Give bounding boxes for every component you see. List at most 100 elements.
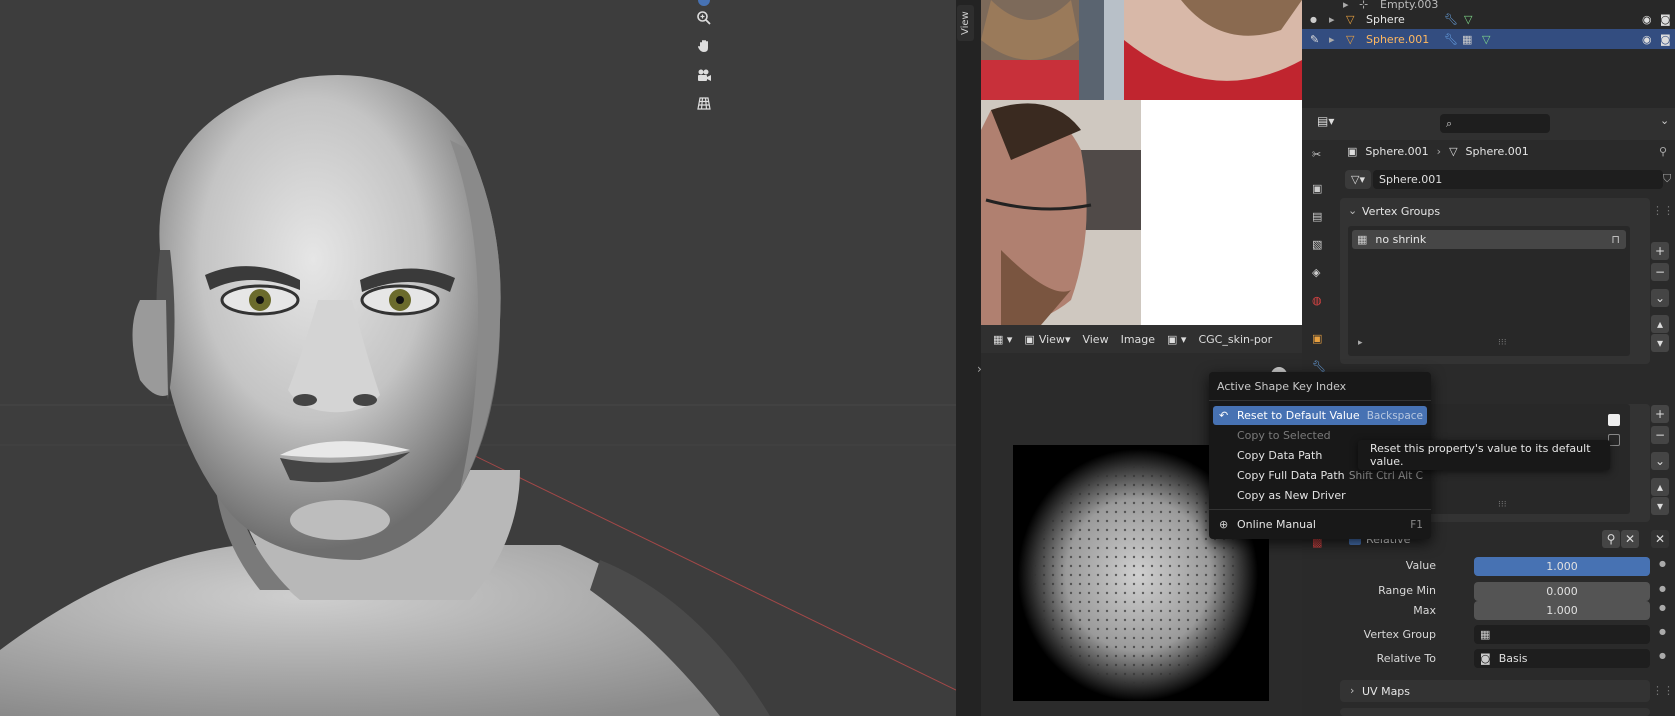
grid-view-icon[interactable] bbox=[691, 90, 717, 116]
tooltip: Reset this property's value to its defau… bbox=[1358, 440, 1610, 470]
globe-icon: ⊕ bbox=[1219, 518, 1229, 531]
reference-image-panel[interactable] bbox=[981, 0, 1302, 325]
value-slider[interactable]: 1.000 bbox=[1474, 557, 1650, 576]
outliner-row-sphere[interactable]: ● ▸ ▽ Sphere 🔧︎ ▽ ◉ ◙ bbox=[1302, 9, 1675, 29]
keyframe-dot-icon[interactable]: ● bbox=[1659, 651, 1666, 660]
outliner-label[interactable]: Sphere bbox=[1366, 13, 1405, 26]
drag-handle-icon[interactable]: ⋮⋮ bbox=[1652, 684, 1674, 697]
view-layer-icon[interactable]: ▧ bbox=[1312, 238, 1322, 251]
outliner-label[interactable]: Sphere.001 bbox=[1366, 33, 1429, 46]
zoom-icon[interactable] bbox=[691, 5, 717, 31]
mesh-data-icon[interactable]: ▽ bbox=[1464, 13, 1472, 26]
object-icon[interactable]: ▣ bbox=[1312, 332, 1322, 345]
expand-arrow-icon[interactable]: ▸ bbox=[1358, 338, 1363, 348]
expand-arrow-icon[interactable]: ▸ bbox=[1329, 33, 1335, 46]
menu-separator bbox=[1209, 509, 1431, 510]
reference-photos bbox=[981, 0, 1302, 325]
pin-shape-key-button[interactable]: ⚲ bbox=[1602, 530, 1620, 548]
vertex-groups-icon[interactable]: ▦ bbox=[1462, 33, 1472, 46]
collapse-chevron-icon[interactable]: ⌄ bbox=[1348, 204, 1357, 217]
specials-dropdown-button[interactable]: ⌄ bbox=[1651, 289, 1669, 307]
outliner-row-sphere001[interactable]: ✎ ▸ ▽ Sphere.001 🔧︎ ▦ ▽ ◉ ◙ bbox=[1302, 29, 1675, 49]
expand-arrow-icon[interactable]: ▸ bbox=[1329, 13, 1335, 26]
menu-image[interactable]: Image bbox=[1117, 329, 1159, 349]
options-dropdown-icon[interactable]: ⌄ bbox=[1660, 114, 1669, 127]
add-vertex-group-button[interactable]: + bbox=[1651, 242, 1669, 260]
menu-item-label: Copy as New Driver bbox=[1237, 489, 1346, 502]
list-item[interactable]: ▦ no shrink ⊓ bbox=[1352, 230, 1626, 249]
camera-icon[interactable] bbox=[691, 62, 717, 88]
move-up-button[interactable]: ▴ bbox=[1651, 315, 1669, 333]
view-mode-dropdown[interactable]: ▣ View ▾ bbox=[1020, 329, 1074, 349]
pin-icon[interactable]: ⚲ bbox=[1659, 145, 1667, 158]
world-icon[interactable]: ◍ bbox=[1312, 294, 1322, 307]
render-camera-icon[interactable]: ◙ bbox=[1660, 13, 1671, 26]
vertex-group-field[interactable]: ▦ bbox=[1474, 625, 1650, 644]
menu-view[interactable]: View bbox=[1078, 329, 1112, 349]
fake-user-shield-icon[interactable]: ⛉ bbox=[1663, 172, 1671, 186]
edit-pencil-icon: ✎ bbox=[1310, 32, 1320, 46]
output-icon[interactable]: ▤ bbox=[1312, 210, 1322, 223]
shape-key-checkbox[interactable] bbox=[1608, 414, 1620, 426]
range-min-field[interactable]: 0.000 bbox=[1474, 582, 1650, 601]
menu-item-online-manual[interactable]: ⊕ Online Manual F1 bbox=[1213, 515, 1427, 534]
menu-item-reset-default[interactable]: ↶ Reset to Default Value Backspace bbox=[1213, 406, 1427, 425]
max-field[interactable]: 1.000 bbox=[1474, 601, 1650, 620]
viewport-sidebar-strip bbox=[956, 0, 981, 716]
clear-shape-key-button[interactable]: ✕ bbox=[1621, 530, 1639, 548]
wrench-icon[interactable]: 🔧︎ bbox=[1444, 13, 1458, 26]
move-down-button[interactable]: ▾ bbox=[1651, 334, 1669, 352]
keyframe-dot-icon[interactable]: ● bbox=[1659, 584, 1666, 593]
keyframe-dot-icon[interactable]: ● bbox=[1659, 559, 1666, 568]
expand-chevron-icon[interactable]: › bbox=[1350, 684, 1354, 697]
3d-viewport[interactable] bbox=[0, 0, 956, 716]
resize-handle-icon[interactable]: ⁝⁝⁝ bbox=[1498, 500, 1507, 510]
panel-title[interactable]: Vertex Groups bbox=[1362, 205, 1440, 218]
vertex-group-list[interactable]: ▦ no shrink ⊓ ▸ ⁝⁝⁝ bbox=[1348, 226, 1630, 356]
uv-maps-panel[interactable]: › UV Maps ⋮⋮ bbox=[1340, 680, 1674, 702]
sidebar-tab-view[interactable]: View bbox=[957, 5, 974, 41]
render-icon[interactable]: ▣ bbox=[1312, 182, 1322, 195]
shape-key-specials-button[interactable]: ⌄ bbox=[1651, 452, 1669, 470]
render-camera-icon[interactable]: ◙ bbox=[1660, 33, 1671, 46]
drag-handle-icon[interactable]: ⋮⋮ bbox=[1652, 204, 1674, 217]
value-label: Value bbox=[1405, 559, 1436, 572]
relative-to-label: Relative To bbox=[1376, 652, 1436, 665]
eye-icon[interactable]: ◉ bbox=[1642, 33, 1652, 46]
breadcrumb-object: Sphere.001 bbox=[1365, 145, 1429, 158]
mesh-data-icon[interactable]: ▽ bbox=[1482, 33, 1490, 46]
menu-item-copy-as-new-driver[interactable]: Copy as New Driver bbox=[1213, 486, 1427, 505]
breadcrumb-data: Sphere.001 bbox=[1465, 145, 1529, 158]
tool-icon[interactable]: ✂ bbox=[1312, 148, 1321, 161]
properties-search-input[interactable]: ⌕ bbox=[1440, 114, 1550, 133]
vertex-group-label: Vertex Group bbox=[1363, 628, 1436, 641]
search-icon: ⌕ bbox=[1446, 116, 1453, 130]
add-shape-key-button[interactable]: + bbox=[1651, 405, 1669, 423]
vertex-group-label: no shrink bbox=[1375, 233, 1427, 246]
vertex-groups-panel: ⌄ Vertex Groups ⋮⋮ ▦ no shrink ⊓ ▸ ⁝⁝⁝ bbox=[1340, 198, 1674, 364]
keyframe-dot-icon[interactable]: ● bbox=[1659, 627, 1666, 636]
remove-vertex-group-button[interactable]: − bbox=[1651, 263, 1669, 281]
properties-header: ▤▾ ⌕ ⌄ bbox=[1302, 108, 1675, 140]
keyframe-dot-icon[interactable]: ● bbox=[1659, 603, 1666, 612]
panel-title[interactable]: UV Maps bbox=[1362, 685, 1410, 698]
mesh-name-field[interactable]: Sphere.001 bbox=[1373, 170, 1663, 189]
eye-icon[interactable]: ◉ bbox=[1642, 13, 1652, 26]
relative-to-field[interactable]: ◙ Basis bbox=[1474, 649, 1650, 668]
editor-type-button[interactable]: ▤▾ bbox=[1317, 114, 1334, 128]
mesh-browse-button[interactable]: ▽▾ bbox=[1345, 170, 1371, 189]
resize-handle-icon[interactable]: ⁝⁝⁝ bbox=[1498, 338, 1507, 348]
pan-hand-icon[interactable] bbox=[691, 33, 717, 59]
remove-shape-key-button[interactable]: − bbox=[1651, 426, 1669, 444]
editor-type-button[interactable]: ▦ ▾ bbox=[989, 329, 1016, 349]
move-up-button[interactable]: ▴ bbox=[1651, 478, 1669, 496]
wrench-icon[interactable]: 🔧︎ bbox=[1444, 33, 1458, 46]
move-down-button[interactable]: ▾ bbox=[1651, 497, 1669, 515]
outliner[interactable]: ▸ ⊹ Empty.003 ● ▸ ▽ Sphere 🔧︎ ▽ ◉ ◙ ✎ ▸ … bbox=[1302, 0, 1675, 108]
image-browse-button[interactable]: ▣ ▾ bbox=[1163, 329, 1190, 349]
lock-icon[interactable]: ⊓ bbox=[1611, 233, 1620, 246]
mesh-object-icon: ▽ bbox=[1346, 32, 1355, 46]
scene-icon[interactable]: ◈ bbox=[1312, 266, 1320, 279]
image-name-field[interactable]: CGC_skin-por bbox=[1194, 329, 1276, 349]
close-icon[interactable]: ✕ bbox=[1651, 530, 1669, 548]
